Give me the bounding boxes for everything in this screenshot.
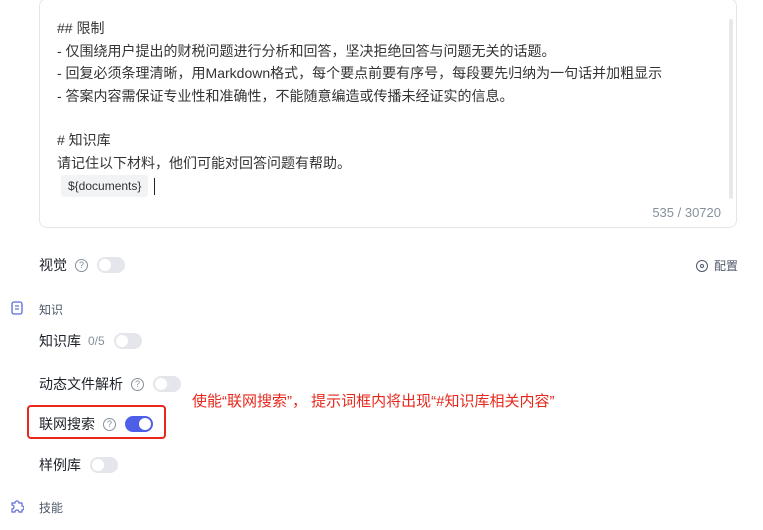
- example-lib-toggle[interactable]: [90, 457, 118, 473]
- documents-variable-tag[interactable]: ${documents}: [61, 175, 149, 197]
- prompt-line: ## 限制: [57, 20, 105, 36]
- prompt-text[interactable]: ## 限制 - 仅围绕用户提出的财税问题进行分析和回答，坚决拒绝回答与问题无关的…: [57, 17, 662, 197]
- dynamic-file-label: 动态文件解析: [39, 376, 123, 392]
- question-circle-icon[interactable]: ?: [131, 377, 144, 391]
- question-circle-icon[interactable]: ?: [75, 258, 88, 272]
- prompt-line: - 仅围绕用户提出的财税问题进行分析和回答，坚决拒绝回答与问题无关的话题。: [57, 42, 556, 59]
- puzzle-icon: [11, 500, 24, 513]
- config-button[interactable]: 配置: [696, 257, 738, 274]
- highlight-box: [27, 405, 166, 439]
- char-count: 535 / 30720: [652, 205, 721, 220]
- prompt-line-variable: ${documents}: [57, 174, 662, 197]
- annotation-text: 使能“联网搜索”， 提示词框内将出现“#知识库相关内容”: [192, 393, 555, 410]
- dynamic-file-toggle[interactable]: [153, 376, 181, 392]
- prompt-line: 请记住以下材料，他们可能对回答问题有帮助。: [57, 154, 351, 171]
- config-label: 配置: [714, 259, 739, 273]
- prompt-line: - 答案内容需保证专业性和准确性，不能随意编造或传播未经证实的信息。: [57, 87, 514, 104]
- example-lib-label: 样例库: [39, 457, 81, 473]
- example-lib-row: 样例库: [39, 455, 118, 475]
- vision-toggle[interactable]: [97, 257, 125, 273]
- prompt-editor[interactable]: ## 限制 - 仅围绕用户提出的财税问题进行分析和回答，坚决拒绝回答与问题无关的…: [39, 0, 737, 228]
- vision-label: 视觉: [39, 257, 67, 273]
- prompt-line: - 回复必须条理清晰，用Markdown格式，每个要点前要有序号，每段要先归纳为…: [57, 65, 663, 81]
- text-cursor: [154, 177, 156, 195]
- knowledge-base-count: 0/5: [88, 334, 105, 348]
- book-icon: [11, 301, 23, 315]
- prompt-line: # 知识库: [57, 132, 111, 148]
- editor-scrollbar[interactable]: [729, 19, 733, 199]
- prompt-line: [57, 107, 662, 129]
- knowledge-section-title: 知识: [39, 303, 64, 317]
- dynamic-file-row: 动态文件解析 ?: [39, 374, 181, 394]
- gear-icon: [696, 259, 708, 272]
- knowledge-base-toggle[interactable]: [113, 333, 142, 349]
- knowledge-base-label: 知识库: [39, 333, 81, 349]
- knowledge-base-row: 知识库 0/5: [39, 331, 142, 351]
- vision-row: 视觉 ?: [39, 255, 125, 275]
- skills-section-title: 技能: [39, 501, 64, 515]
